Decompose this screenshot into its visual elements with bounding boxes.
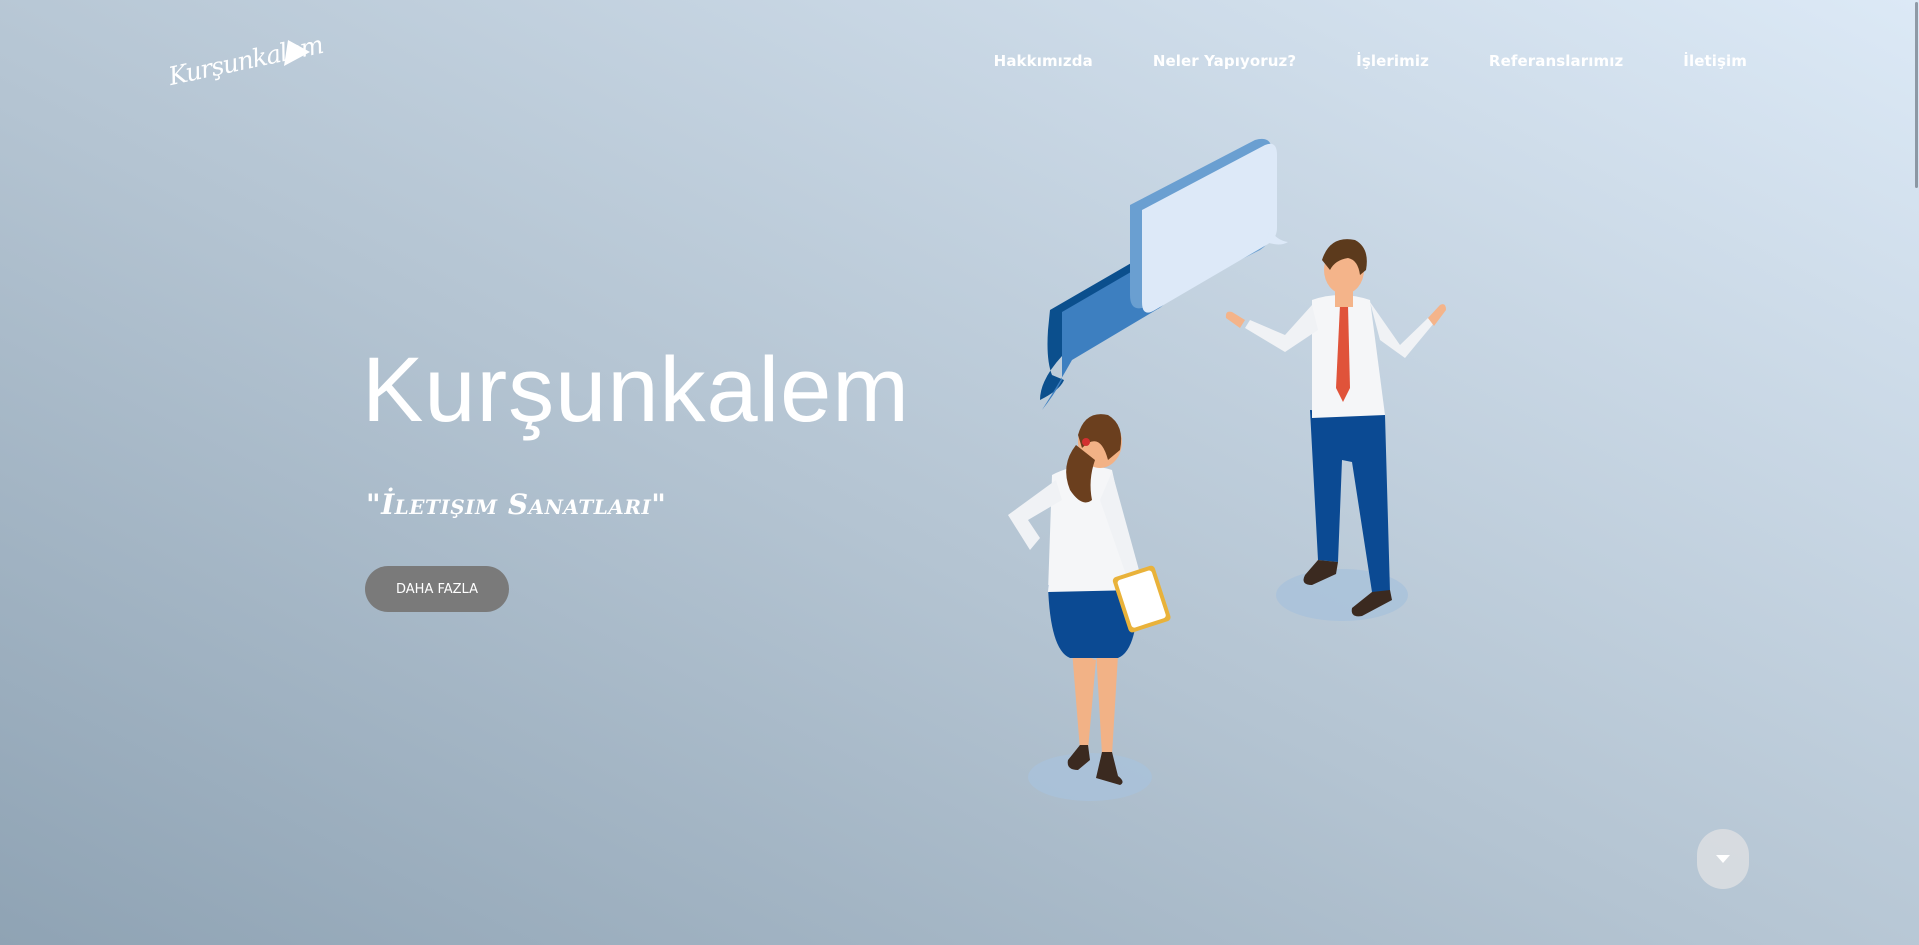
more-button[interactable]: DAHA FAZLA bbox=[365, 566, 509, 612]
hero-subtitle: "İletişim Sanatları" bbox=[366, 488, 667, 521]
site-logo[interactable]: Kurşunkalem bbox=[166, 30, 325, 102]
nav-item-contact[interactable]: İletişim bbox=[1683, 52, 1747, 70]
nav-item-works[interactable]: İşlerimiz bbox=[1356, 52, 1429, 70]
scroll-down-button[interactable] bbox=[1697, 829, 1749, 889]
paper-plane-icon bbox=[284, 40, 310, 66]
nav-item-references[interactable]: Referanslarımız bbox=[1489, 52, 1623, 70]
speech-bubble-light bbox=[1130, 138, 1288, 313]
caret-down-icon bbox=[1716, 855, 1730, 863]
nav-item-about[interactable]: Hakkımızda bbox=[994, 52, 1093, 70]
scrollbar-thumb[interactable] bbox=[1915, 2, 1918, 188]
hero-title: Kurşunkalem bbox=[362, 339, 910, 441]
nav-item-services[interactable]: Neler Yapıyoruz? bbox=[1153, 52, 1296, 70]
page-scrollbar[interactable] bbox=[1913, 0, 1919, 945]
conversation-illustration bbox=[1008, 138, 1446, 801]
main-nav: Hakkımızda Neler Yapıyoruz? İşlerimiz Re… bbox=[994, 52, 1747, 70]
man-figure bbox=[1225, 239, 1446, 617]
woman-figure bbox=[1008, 414, 1171, 785]
woman-floor-shadow bbox=[1028, 753, 1152, 801]
